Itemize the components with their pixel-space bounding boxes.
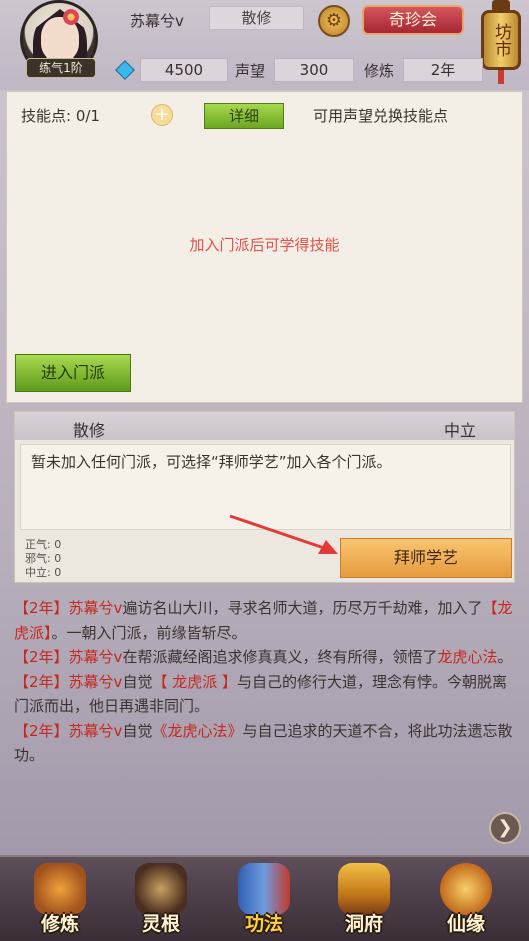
spirit-root-icon <box>135 863 187 915</box>
nav-item-spirit-root[interactable]: 灵根 <box>115 859 207 941</box>
log-entry: 【2年】苏幕兮v在帮派藏经阁追求修真真义，终有所得，领悟了龙虎心法。 <box>14 645 519 670</box>
nav-item-techniques[interactable]: 功法 <box>218 859 310 941</box>
hair-flower-icon <box>63 9 79 25</box>
monk-icon <box>34 863 86 915</box>
sect-alignment: 中立 <box>443 421 476 440</box>
log-entry: 【2年】苏幕兮v自觉《龙虎心法》与自己追求的天道不合，将此功法遗忘散功。 <box>14 719 519 768</box>
event-log: 【2年】苏幕兮v遍访名山大川，寻求名师大道，历尽万千劫难，加入了【龙虎派】。一朝… <box>14 596 519 801</box>
log-year: 【2年】 <box>14 599 69 617</box>
nav-label: 灵根 <box>141 913 180 935</box>
nav-item-fate[interactable]: 仙缘 <box>420 859 512 941</box>
reputation-label: 声望 <box>235 62 266 80</box>
evil-stat: 邪气: 0 <box>25 552 62 565</box>
nav-item-cave[interactable]: 洞府 <box>318 859 410 941</box>
log-entry: 【2年】苏幕兮v自觉【 龙虎派 】与自己的修行大道，理念有悖。今朝脱离门派而出，… <box>14 670 519 719</box>
player-name: 苏幕兮v <box>130 12 184 30</box>
market-label: 坊市 <box>481 10 521 70</box>
log-text: 自觉 <box>122 672 153 691</box>
pointer-arrow-icon <box>229 514 338 554</box>
skill-panel: 技能点: 0/1 + 详细 可用声望兑换技能点 加入门派后可学得技能 进入门派 <box>6 91 523 403</box>
alignment-stats: 正气: 0 邪气: 0 中立: 0 <box>25 538 61 580</box>
nav-label: 仙缘 <box>446 913 485 935</box>
scripture-icon <box>238 863 290 915</box>
log-highlight: 《龙虎心法》 <box>152 721 243 740</box>
log-player-name: 苏幕兮v <box>68 721 123 740</box>
level-badge: 练气1阶 <box>26 58 96 78</box>
treasure-fair-button[interactable]: 奇珍会 <box>362 5 464 35</box>
enter-sect-button[interactable]: 进入门派 <box>15 354 131 392</box>
neutral-stat: 中立: 0 <box>25 566 62 579</box>
detail-button[interactable]: 详细 <box>204 103 284 129</box>
log-player-name: 苏幕兮v <box>68 672 123 691</box>
nav-label-active: 功法 <box>244 913 283 935</box>
righteous-stat: 正气: 0 <box>25 538 62 551</box>
log-highlight: 【 龙虎派 】 <box>152 672 237 691</box>
apprentice-button[interactable]: 拜师学艺 <box>340 538 512 578</box>
log-player-name: 苏幕兮v <box>68 599 123 617</box>
sect-name: 散修 <box>72 421 105 440</box>
nav-label: 修炼 <box>40 913 79 935</box>
log-entry: 【2年】苏幕兮v遍访名山大川，寻求名师大道，历尽万千劫难，加入了【龙虎派】。一朝… <box>14 596 519 645</box>
add-skill-point-icon[interactable]: + <box>151 104 173 126</box>
nav-label: 洞府 <box>344 913 383 935</box>
cultivation-value: 2年 <box>403 58 483 82</box>
faction-label: 散修 <box>209 6 304 30</box>
currency-value: 4500 <box>140 58 228 82</box>
gourd-icon <box>440 863 492 915</box>
log-year: 【2年】 <box>14 648 69 666</box>
log-highlight: 龙虎心法 <box>437 648 498 666</box>
sect-header: 散修 中立 <box>15 412 514 440</box>
lantern-tassel <box>498 70 504 84</box>
log-text: 。 <box>497 648 513 666</box>
log-year: 【2年】 <box>14 721 69 740</box>
join-sect-hint: 加入门派后可学得技能 <box>189 236 340 254</box>
log-text: 遍访名山大川，寻求名师大道，历尽万千劫难，加入了 <box>122 599 483 617</box>
sect-description: 暂未加入任何门派，可选择“拜师学艺”加入各个门派。 <box>31 453 392 471</box>
reputation-value: 300 <box>274 58 354 82</box>
nav-item-cultivate[interactable]: 修炼 <box>14 859 106 941</box>
next-page-arrow-icon[interactable]: ❯ <box>489 812 521 844</box>
log-text: 在帮派藏经阁追求修真真义，终有所得，领悟了 <box>122 648 438 666</box>
cultivation-label: 修炼 <box>364 62 395 80</box>
log-player-name: 苏幕兮v <box>68 648 123 666</box>
market-lantern-button[interactable]: 坊市 <box>478 0 524 84</box>
exchange-hint: 可用声望兑换技能点 <box>313 107 449 125</box>
log-year: 【2年】 <box>14 672 69 691</box>
bottom-nav: 修炼 灵根 功法 洞府 仙缘 <box>0 855 529 941</box>
settings-gear-icon[interactable]: ⚙ <box>318 5 350 37</box>
pagoda-icon <box>338 863 390 915</box>
skill-points: 技能点: 0/1 <box>21 107 100 125</box>
log-text: 自觉 <box>122 721 153 740</box>
log-text: 。一朝入门派，前缘皆斩尽。 <box>51 623 247 642</box>
